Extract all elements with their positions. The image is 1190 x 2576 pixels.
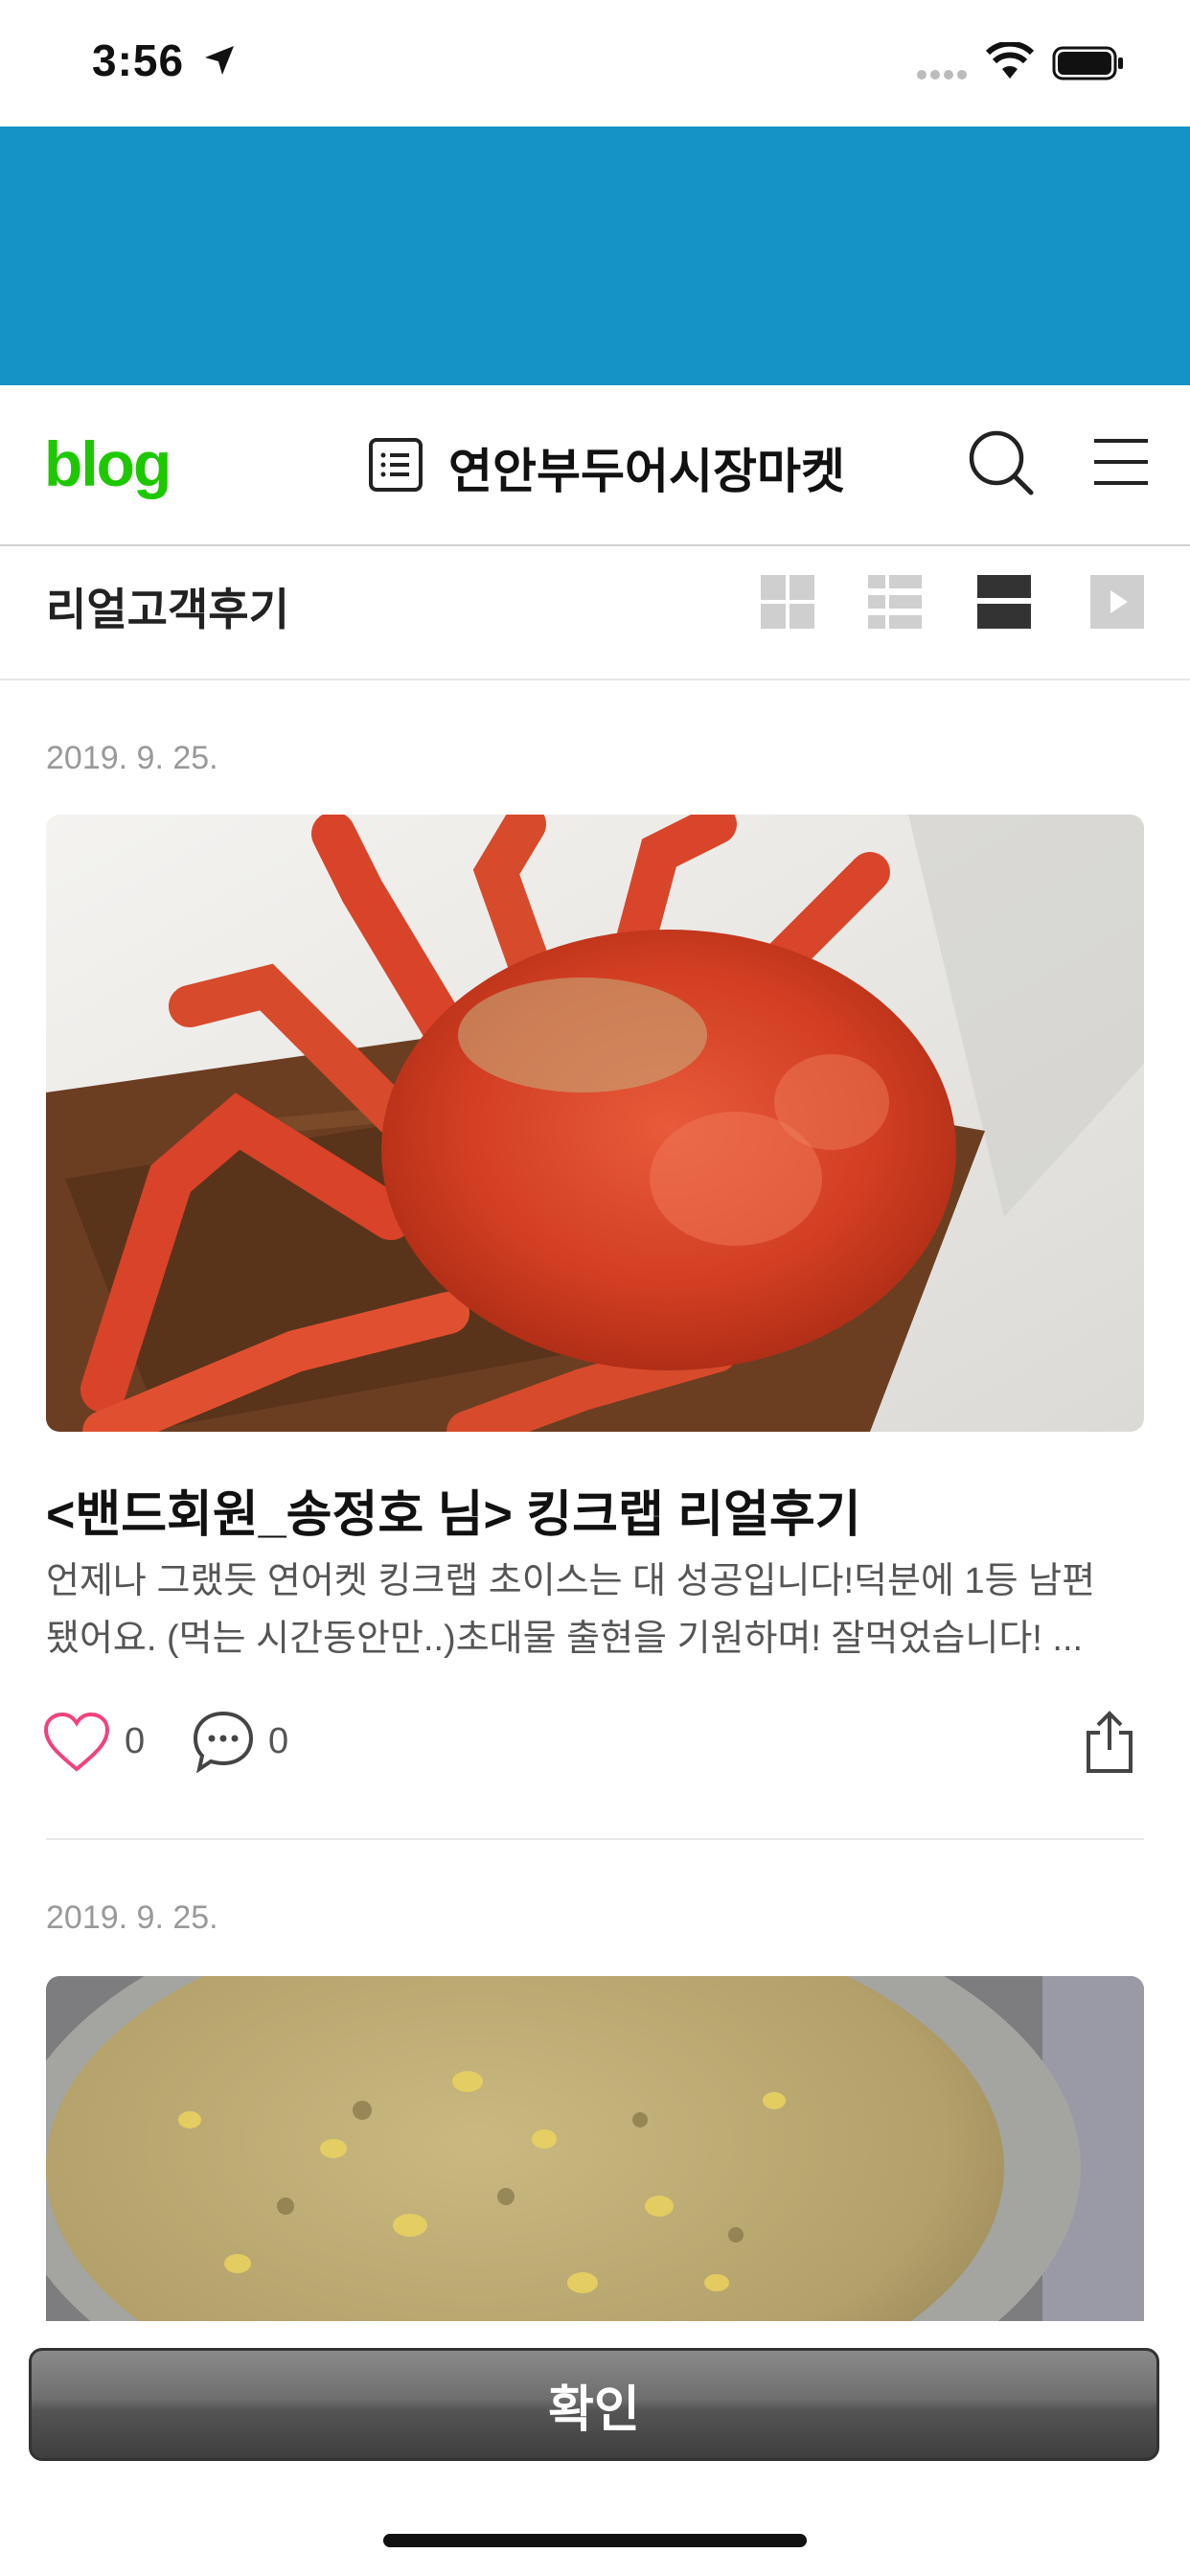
list-view-icon[interactable] [868,575,922,629]
post-excerpt-line: 됐어요. (먹는 시간동안만..)초대물 출현을 기원하며! 잘먹었습니다! .… [46,1619,1084,1659]
post-divider [46,1838,1144,1840]
post-date: 2019. 9. 25. [46,740,218,776]
battery-icon [1052,46,1123,80]
category-bar: 리얼고객후기 [0,546,1190,680]
post-date: 2019. 9. 25. [46,1899,218,1936]
post-image-king-crab[interactable] [46,815,1144,1432]
comment-icon[interactable] [192,1710,255,1773]
king-crab-photo [46,815,1144,1432]
post-excerpt-line: 언제나 그랬듯 연어켓 킹크랩 초이스는 대 성공입니다!덕분에 1등 남편 [46,1561,1096,1601]
post-title[interactable]: <밴드회원_송정호 님> 킹크랩 리얼후기 [46,1474,861,1546]
comment-count: 0 [268,1721,289,1761]
post-excerpt[interactable]: 언제나 그랬듯 연어켓 킹크랩 초이스는 대 성공입니다!덕분에 1등 남편 됐… [46,1552,1148,1668]
status-bar: 3:56 [0,0,1190,126]
album-view-icon[interactable] [761,575,814,629]
confirm-button[interactable]: 확인 [29,2348,1159,2461]
hamburger-menu-icon[interactable] [1092,435,1150,489]
search-icon[interactable] [968,429,1035,496]
status-time: 3:56 [92,35,185,85]
card-view-icon[interactable] [977,575,1031,629]
post-list-icon[interactable] [368,437,423,493]
blog-header: blog 연안부두어시장마켓 [0,385,1190,547]
video-view-icon[interactable] [1090,575,1144,629]
category-title: 리얼고객후기 [46,585,289,634]
heart-icon[interactable] [42,1712,111,1773]
blog-logo[interactable]: blog [44,427,172,500]
blog-title[interactable]: 연안부두어시장마켓 [448,433,845,502]
cellular-signal-icon [917,70,967,80]
location-arrow-icon [205,46,234,75]
porridge-photo [46,1976,1144,2321]
share-icon[interactable] [1083,1710,1136,1775]
home-indicator[interactable] [383,2534,807,2547]
top-banner [0,126,1190,385]
post-image-porridge[interactable] [46,1976,1144,2321]
wifi-icon [985,42,1035,79]
like-count: 0 [125,1721,146,1761]
